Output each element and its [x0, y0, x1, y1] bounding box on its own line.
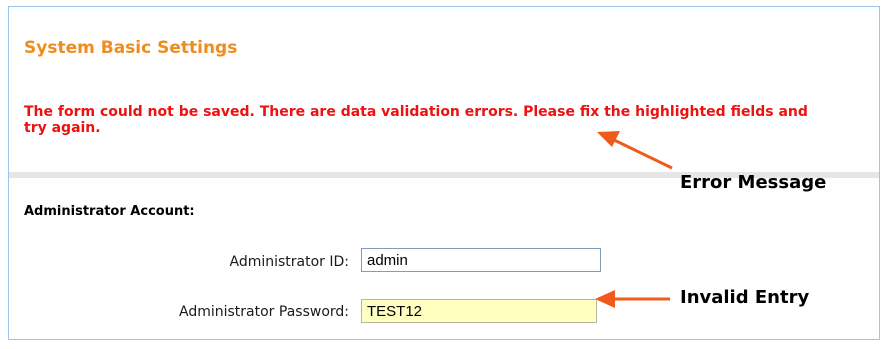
administrator-id-label: Administrator ID: [229, 254, 349, 270]
administrator-id-field[interactable] [361, 248, 601, 272]
error-message: The form could not be saved. There are d… [24, 104, 808, 136]
administrator-password-label: Administrator Password: [179, 304, 349, 320]
error-message-callout: Error Message [680, 172, 827, 193]
administrator-password-field[interactable] [361, 299, 597, 323]
page-title: System Basic Settings [24, 38, 238, 58]
section-heading-administrator-account: Administrator Account: [24, 204, 195, 219]
invalid-entry-callout: Invalid Entry [680, 287, 810, 308]
